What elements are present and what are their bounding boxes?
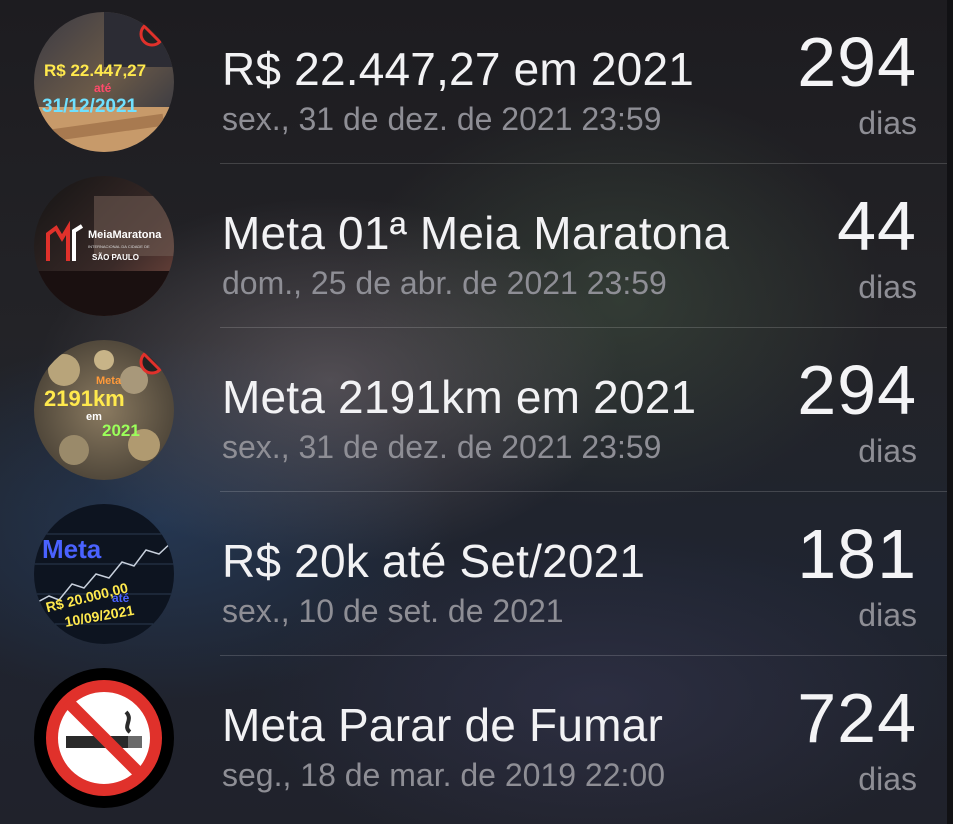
days-count: 181: [797, 515, 917, 593]
image-text: R$ 22.447,27: [44, 61, 146, 80]
goal-title: R$ 22.447,27 em 2021: [222, 43, 695, 95]
list-item[interactable]: Meta Parar de Fumar seg., 18 de mar. de …: [0, 656, 953, 820]
image-text: INTERNACIONAL DA CIDADE DE: [88, 244, 150, 249]
days-unit: dias: [858, 269, 917, 305]
km-goal-image: Meta 2191km em 2021: [34, 340, 174, 480]
days-unit: dias: [858, 761, 917, 797]
list-item[interactable]: Meta 2191km em 2021 Meta 2191km em 2021 …: [0, 328, 953, 492]
days-count: 724: [797, 679, 917, 757]
image-text: em: [86, 411, 102, 423]
days-unit: dias: [858, 597, 917, 633]
goal-title: R$ 20k até Set/2021: [222, 535, 646, 587]
goal-date: dom., 25 de abr. de 2021 23:59: [222, 265, 667, 301]
goal-title: Meta 01ª Meia Maratona: [222, 207, 730, 259]
no-smoking-icon: [34, 668, 174, 808]
stock-chart-goal-image: Meta R$ 20.000,00 até 10/09/2021: [34, 504, 174, 644]
days-unit: dias: [858, 433, 917, 469]
list-item[interactable]: R$ 22.447,27 até 31/12/2021 R$ 22.447,27…: [0, 0, 953, 164]
half-marathon-logo-image: MeiaMaratona INTERNACIONAL DA CIDADE DE …: [34, 176, 174, 316]
money-goal-image: R$ 22.447,27 até 31/12/2021: [34, 12, 174, 152]
days-count: 44: [837, 187, 917, 265]
goal-date: sex., 31 de dez. de 2021 23:59: [222, 429, 662, 465]
image-text: MeiaMaratona: [88, 229, 162, 241]
image-text: 31/12/2021: [42, 96, 138, 117]
countdown-widget: R$ 22.447,27 até 31/12/2021 R$ 22.447,27…: [0, 0, 953, 824]
image-text: 2191km: [44, 386, 125, 411]
goal-title: Meta Parar de Fumar: [222, 699, 663, 751]
goal-date: seg., 18 de mar. de 2019 22:00: [222, 757, 665, 793]
goal-title: Meta 2191km em 2021: [222, 371, 697, 423]
image-text: Meta: [42, 534, 102, 564]
days-count: 294: [797, 23, 917, 101]
image-text: SÃO PAULO: [92, 253, 139, 262]
days-count: 294: [797, 351, 917, 429]
image-text: 2021: [102, 421, 140, 440]
widget-edge: [947, 0, 953, 824]
image-text: até: [94, 81, 112, 95]
days-unit: dias: [858, 105, 917, 141]
list-item[interactable]: Meta R$ 20.000,00 até 10/09/2021 R$ 20k …: [0, 492, 953, 656]
list-item[interactable]: MeiaMaratona INTERNACIONAL DA CIDADE DE …: [0, 164, 953, 328]
goal-date: sex., 31 de dez. de 2021 23:59: [222, 101, 662, 137]
goal-date: sex., 10 de set. de 2021: [222, 593, 564, 629]
